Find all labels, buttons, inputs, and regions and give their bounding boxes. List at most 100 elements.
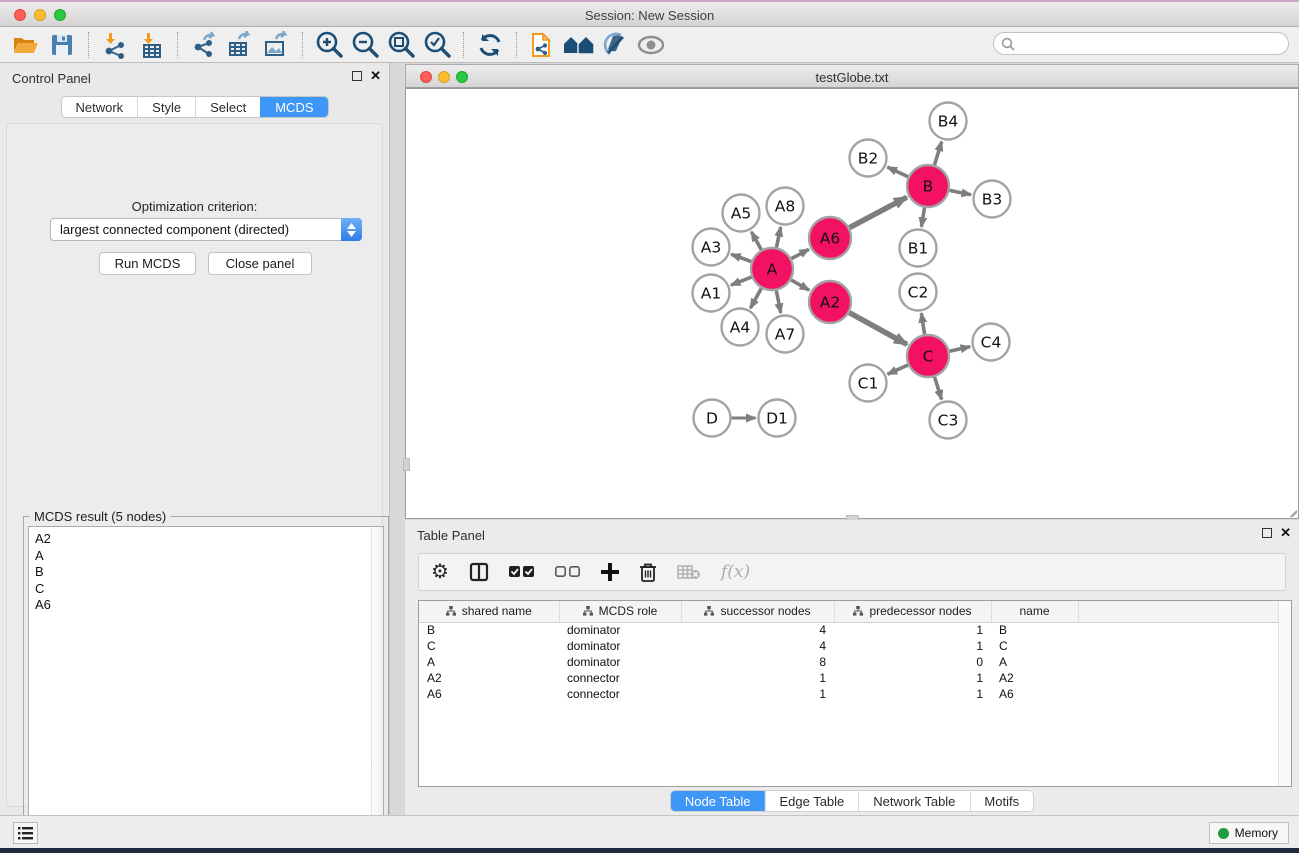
edge-B-B4[interactable]	[934, 142, 941, 165]
column-header-predecessor-nodes[interactable]: predecessor nodes	[834, 601, 991, 622]
network-graph[interactable]: B4B2BB3A5A8A6A3B1AA1C2A2A4A7CC4C1C3DD1	[406, 89, 1298, 518]
cell-name[interactable]: B	[991, 622, 1078, 638]
node-A2[interactable]: A2	[809, 281, 851, 323]
edge-B-B2[interactable]	[887, 167, 908, 177]
cell-name[interactable]: A6	[991, 686, 1078, 702]
table-row[interactable]: A6connector11A6	[419, 686, 1279, 702]
table-row[interactable]: A2connector11A2	[419, 670, 1279, 686]
hide-graphics-details-button[interactable]	[597, 30, 633, 60]
tab-edge-table[interactable]: Edge Table	[764, 791, 858, 811]
new-network-from-file-button[interactable]	[525, 30, 561, 60]
tab-style[interactable]: Style	[137, 97, 195, 117]
column-header-MCDS-role[interactable]: MCDS role	[559, 601, 681, 622]
node-B4[interactable]: B4	[930, 103, 967, 140]
cell-MCDS-role[interactable]: connector	[559, 670, 681, 686]
tab-network[interactable]: Network	[61, 97, 137, 117]
cell-MCDS-role[interactable]: dominator	[559, 654, 681, 670]
criterion-dropdown[interactable]: largest connected component (directed)	[50, 218, 362, 241]
cell-predecessor-nodes[interactable]: 1	[834, 638, 991, 654]
show-graphics-details-button[interactable]	[633, 30, 669, 60]
edge-A-A7[interactable]	[776, 291, 780, 313]
node-A7[interactable]: A7	[767, 316, 804, 353]
zoom-fit-button[interactable]	[383, 30, 419, 60]
node-C2[interactable]: C2	[900, 274, 937, 311]
save-session-button[interactable]	[44, 30, 80, 60]
node-A6[interactable]: A6	[809, 217, 851, 259]
edge-A-A2[interactable]	[791, 280, 809, 290]
tab-select[interactable]: Select	[195, 97, 260, 117]
edge-A-A8[interactable]	[776, 227, 780, 247]
export-image-button[interactable]	[258, 30, 294, 60]
table-row[interactable]: Adominator80A	[419, 654, 1279, 670]
delete-table-button[interactable]	[677, 557, 701, 587]
cell-predecessor-nodes[interactable]: 1	[834, 686, 991, 702]
memory-button[interactable]: Memory	[1209, 822, 1289, 844]
close-table-panel-icon[interactable]: ✕	[1280, 528, 1291, 538]
node-A3[interactable]: A3	[693, 229, 730, 266]
cell-shared-name[interactable]: A6	[419, 686, 559, 702]
cell-MCDS-role[interactable]: dominator	[559, 622, 681, 638]
network-window-titlebar[interactable]: testGlobe.txt	[405, 64, 1299, 88]
column-header-name[interactable]: name	[991, 601, 1078, 622]
column-visibility-button[interactable]	[469, 557, 489, 587]
edge-C-C2[interactable]	[921, 313, 924, 334]
tab-mcds[interactable]: MCDS	[260, 97, 327, 117]
cell-predecessor-nodes[interactable]: 1	[834, 622, 991, 638]
zoom-selected-button[interactable]	[419, 30, 455, 60]
node-B[interactable]: B	[907, 165, 949, 207]
table-row[interactable]: Bdominator41B	[419, 622, 1279, 638]
refresh-button[interactable]	[472, 30, 508, 60]
node-C4[interactable]: C4	[973, 324, 1010, 361]
result-list-item[interactable]: A2	[35, 531, 383, 548]
node-B2[interactable]: B2	[850, 140, 887, 177]
mcds-result-list[interactable]: A2ABCA6	[28, 526, 384, 853]
node-D[interactable]: D	[694, 400, 731, 437]
table-row[interactable]: Cdominator41C	[419, 638, 1279, 654]
first-neighbors-button[interactable]	[561, 30, 597, 60]
node-B1[interactable]: B1	[900, 230, 937, 267]
float-panel-icon[interactable]	[352, 71, 362, 81]
cell-successor-nodes[interactable]: 4	[681, 638, 834, 654]
edge-B-B3[interactable]	[950, 190, 971, 194]
tab-network-table[interactable]: Network Table	[858, 791, 969, 811]
import-table-button[interactable]	[133, 30, 169, 60]
edge-A-A6[interactable]	[791, 249, 808, 258]
node-D1[interactable]: D1	[759, 400, 796, 437]
cell-predecessor-nodes[interactable]: 0	[834, 654, 991, 670]
edge-C-C1[interactable]	[888, 365, 908, 374]
cell-successor-nodes[interactable]: 4	[681, 622, 834, 638]
node-A4[interactable]: A4	[722, 309, 759, 346]
cell-name[interactable]: A	[991, 654, 1078, 670]
column-header-shared-name[interactable]: shared name	[419, 601, 559, 622]
table-scrollbar[interactable]	[1278, 601, 1291, 786]
table-settings-button[interactable]: ⚙	[431, 557, 449, 587]
edge-A-A5[interactable]	[751, 232, 761, 250]
export-network-button[interactable]	[186, 30, 222, 60]
delete-column-button[interactable]	[639, 557, 657, 587]
node-table[interactable]: shared nameMCDS rolesuccessor nodesprede…	[418, 600, 1292, 787]
search-field[interactable]	[993, 32, 1289, 55]
node-C[interactable]: C	[907, 335, 949, 377]
node-B3[interactable]: B3	[974, 181, 1011, 218]
cell-shared-name[interactable]: C	[419, 638, 559, 654]
tab-node-table[interactable]: Node Table	[671, 791, 765, 811]
node-A1[interactable]: A1	[693, 275, 730, 312]
node-A8[interactable]: A8	[767, 188, 804, 225]
result-list-scrollbar[interactable]	[371, 527, 383, 853]
edge-C-C4[interactable]	[949, 347, 970, 352]
edge-A2-C[interactable]	[849, 313, 907, 345]
result-list-item[interactable]: A6	[35, 597, 383, 614]
cell-MCDS-role[interactable]: connector	[559, 686, 681, 702]
edge-A6-B[interactable]	[849, 197, 906, 227]
resize-grip-icon[interactable]	[1284, 504, 1297, 517]
search-input[interactable]	[1019, 37, 1288, 51]
unselect-all-button[interactable]	[555, 557, 581, 587]
cell-name[interactable]: A2	[991, 670, 1078, 686]
network-canvas[interactable]: B4B2BB3A5A8A6A3B1AA1C2A2A4A7CC4C1C3DD1	[405, 88, 1299, 519]
cell-successor-nodes[interactable]: 1	[681, 670, 834, 686]
cell-successor-nodes[interactable]: 1	[681, 686, 834, 702]
result-list-item[interactable]: C	[35, 581, 383, 598]
import-network-button[interactable]	[97, 30, 133, 60]
edge-A-A1[interactable]	[731, 277, 752, 285]
close-panel-button[interactable]: Close panel	[208, 252, 312, 275]
